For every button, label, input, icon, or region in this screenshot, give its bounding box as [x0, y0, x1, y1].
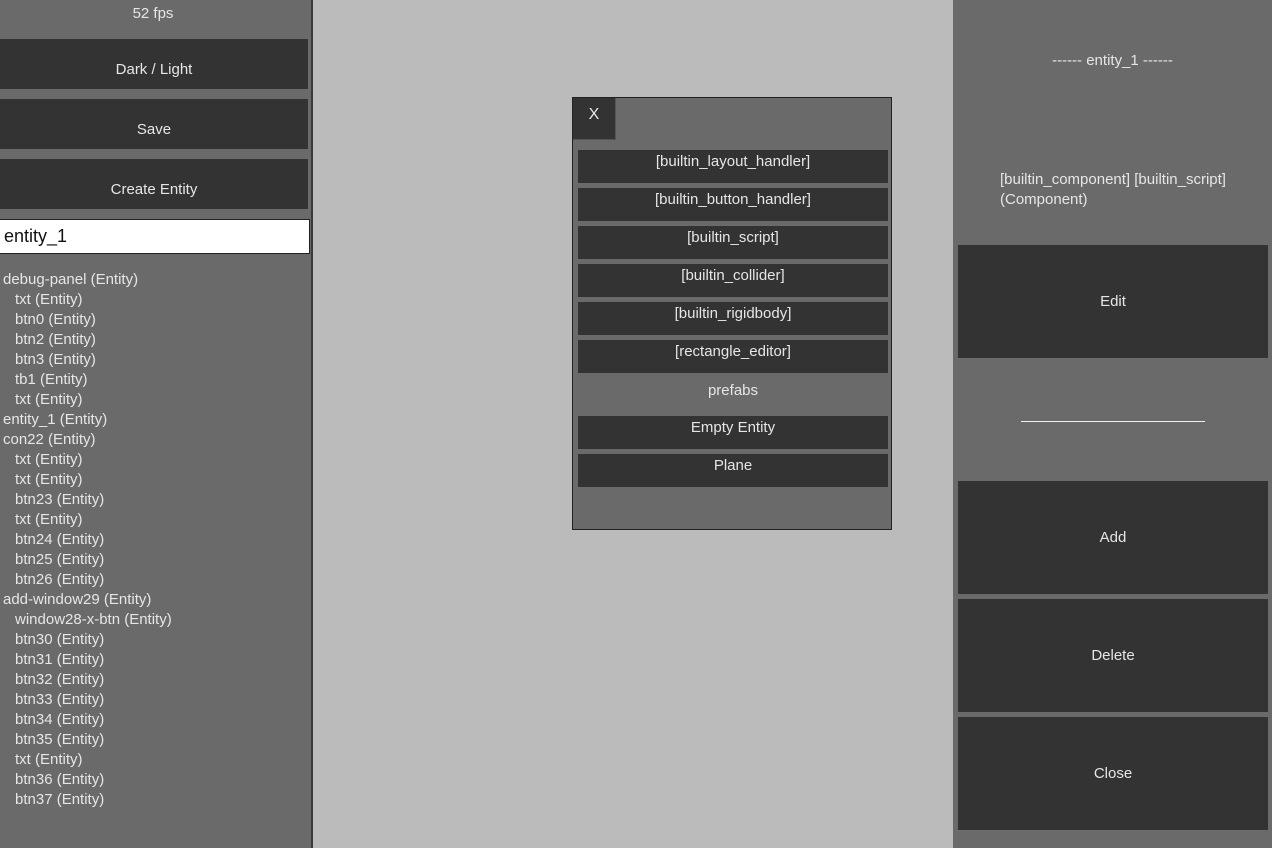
- entity-tree: debug-panel (Entity) txt (Entity) btn0 (En…: [3, 270, 172, 810]
- entity-name-input[interactable]: [0, 219, 310, 254]
- component-option-button[interactable]: [builtin_collider]: [578, 264, 888, 297]
- tree-item[interactable]: btn33 (Entity): [3, 690, 172, 710]
- delete-button[interactable]: Delete: [958, 599, 1268, 712]
- tree-item[interactable]: btn31 (Entity): [3, 650, 172, 670]
- component-option-button[interactable]: [builtin_layout_handler]: [578, 150, 888, 183]
- tree-item[interactable]: btn32 (Entity): [3, 670, 172, 690]
- component-name-field[interactable]: [1021, 421, 1205, 422]
- prefab-option-button[interactable]: Plane: [578, 454, 888, 487]
- component-option-button[interactable]: [builtin_script]: [578, 226, 888, 259]
- component-option-button[interactable]: [builtin_rigidbody]: [578, 302, 888, 335]
- tree-item[interactable]: btn24 (Entity): [3, 530, 172, 550]
- tree-item[interactable]: window28-x-btn (Entity): [3, 610, 172, 630]
- tree-item[interactable]: btn37 (Entity): [3, 790, 172, 810]
- tree-item[interactable]: txt (Entity): [3, 450, 172, 470]
- tree-item[interactable]: add-window29 (Entity): [3, 590, 172, 610]
- tree-item[interactable]: btn35 (Entity): [3, 730, 172, 750]
- edit-button[interactable]: Edit: [958, 245, 1268, 358]
- save-button[interactable]: Save: [0, 99, 308, 149]
- close-button[interactable]: Close: [958, 717, 1268, 830]
- tree-item[interactable]: txt (Entity): [3, 470, 172, 490]
- tree-item[interactable]: btn34 (Entity): [3, 710, 172, 730]
- inspector-panel: ------ entity_1 ------ [builtin_componen…: [953, 0, 1272, 848]
- prefab-option-button[interactable]: Empty Entity: [578, 416, 888, 449]
- tree-item[interactable]: tb1 (Entity): [3, 370, 172, 390]
- tree-item[interactable]: btn23 (Entity): [3, 490, 172, 510]
- tree-item[interactable]: entity_1 (Entity): [3, 410, 172, 430]
- fps-counter: 52 fps: [132, 5, 174, 22]
- selected-entity-title: ------ entity_1 ------: [1052, 52, 1173, 69]
- component-list-text: [builtin_component] [builtin_script] (Co…: [1000, 171, 1226, 208]
- theme-toggle-button[interactable]: Dark / Light: [0, 39, 308, 89]
- window-close-button[interactable]: X: [573, 98, 616, 140]
- tree-item[interactable]: btn30 (Entity): [3, 630, 172, 650]
- component-option-button[interactable]: [rectangle_editor]: [578, 340, 888, 373]
- tree-item[interactable]: txt (Entity): [3, 290, 172, 310]
- tree-item[interactable]: btn36 (Entity): [3, 770, 172, 790]
- tree-item[interactable]: btn26 (Entity): [3, 570, 172, 590]
- tree-item[interactable]: btn2 (Entity): [3, 330, 172, 350]
- tree-item[interactable]: btn0 (Entity): [3, 310, 172, 330]
- tree-item[interactable]: txt (Entity): [3, 750, 172, 770]
- create-entity-button[interactable]: Create Entity: [0, 159, 308, 209]
- component-option-button[interactable]: [builtin_button_handler]: [578, 188, 888, 221]
- tree-item[interactable]: con22 (Entity): [3, 430, 172, 450]
- tree-item[interactable]: txt (Entity): [3, 390, 172, 410]
- add-button[interactable]: Add: [958, 481, 1268, 594]
- tree-item[interactable]: debug-panel (Entity): [3, 270, 172, 290]
- tree-item[interactable]: btn25 (Entity): [3, 550, 172, 570]
- prefabs-heading: prefabs: [707, 382, 759, 399]
- tree-item[interactable]: txt (Entity): [3, 510, 172, 530]
- tree-item[interactable]: btn3 (Entity): [3, 350, 172, 370]
- add-component-window: X [builtin_layout_handler] [builtin_butto…: [572, 97, 892, 530]
- hierarchy-panel: 52 fps Dark / Light Save Create Entity d…: [0, 0, 313, 848]
